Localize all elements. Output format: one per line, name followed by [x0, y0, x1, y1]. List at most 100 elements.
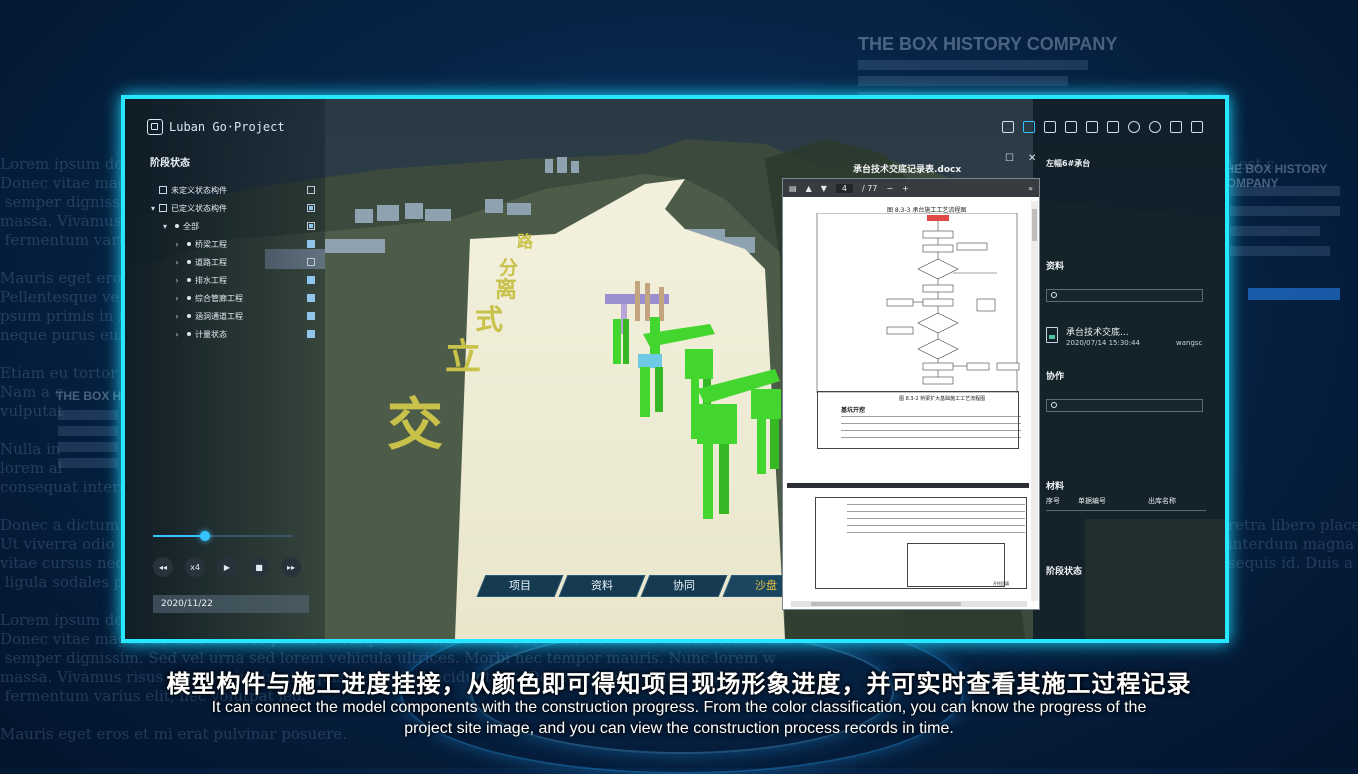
app-logo: Luban Go·Project [147, 119, 285, 135]
background-bar [58, 458, 118, 468]
tree-item-checkbox[interactable] [307, 294, 315, 302]
file-date: 2020/07/14 15:30:44 [1066, 339, 1141, 347]
tree-item-checkbox[interactable] [307, 258, 315, 266]
stop-button[interactable]: ■ [249, 557, 269, 577]
close-icon[interactable]: ✕ [1028, 153, 1036, 164]
chevron-icon[interactable]: › [171, 276, 183, 285]
sidebar-toggle-icon[interactable]: ▤ [789, 184, 797, 193]
subtitle-english-line2: project site image, and you can view the… [404, 720, 954, 737]
document-table [817, 391, 1019, 449]
menu-icon[interactable] [1191, 121, 1203, 133]
date-display[interactable]: 2020/11/22 [153, 595, 309, 613]
home-icon[interactable] [1086, 121, 1098, 133]
tree-item[interactable]: › 计量状态 [147, 325, 315, 343]
bullet-icon [187, 278, 191, 282]
component-tree: 未定义状态构件 ▾ 已定义状态构件 ▾ 全部 › 桥梁工程 › 道路工程 › 排水工程 › 综合管廊工程… [147, 181, 315, 343]
document-window-actions: ☐ ✕ [1005, 153, 1036, 164]
tree-item[interactable]: › 桥梁工程 [147, 235, 315, 253]
zoom-out-button[interactable]: − [886, 184, 893, 193]
collaboration-label: 协作 [1046, 372, 1065, 382]
chevron-icon[interactable]: ▾ [159, 222, 171, 231]
page-number-input[interactable]: 4 [835, 183, 853, 193]
scene-label-4: 式 [475, 303, 503, 336]
background-lorem-right: t est c retra libero placerat interdum m… [1228, 155, 1358, 572]
chevron-icon[interactable]: › [171, 330, 183, 339]
tree-item-checkbox[interactable] [307, 276, 315, 284]
chevron-icon[interactable]: › [171, 294, 183, 303]
more-tools-button[interactable]: » [1028, 184, 1033, 193]
maximize-icon[interactable]: ☐ [1005, 153, 1014, 164]
timeline-progress [153, 535, 205, 537]
scrollbar-thumb[interactable] [811, 602, 961, 606]
tree-item-checkbox[interactable] [307, 186, 315, 194]
materials-table-header: 序号 单据编号 出库名称 [1046, 496, 1206, 506]
list-icon[interactable] [1170, 121, 1182, 133]
video-icon[interactable] [1065, 121, 1077, 133]
background-bar [1230, 246, 1330, 256]
tree-item[interactable]: ▾ 全部 [147, 217, 315, 235]
tree-item-checkbox[interactable] [307, 312, 315, 320]
timeline-knob[interactable] [199, 531, 210, 541]
tree-item[interactable]: › 道路工程 [147, 253, 315, 271]
document-icon[interactable] [1023, 121, 1035, 133]
horizontal-scrollbar[interactable] [791, 601, 1027, 607]
background-bar [858, 60, 1088, 70]
element-title: 左幅6#承台 [1046, 159, 1091, 168]
timeline-slider[interactable] [153, 531, 293, 541]
tree-item[interactable]: › 综合管廊工程 [147, 289, 315, 307]
layers-icon[interactable] [1044, 121, 1056, 133]
next-page-icon[interactable]: ▼ [821, 184, 827, 193]
tab-project[interactable]: 项目 [476, 575, 564, 597]
tree-item-label: 全部 [183, 221, 199, 231]
background-company-top: THE BOX HISTORY COMPANY [858, 34, 1118, 54]
rewind-button[interactable]: ◂◂ [153, 557, 173, 577]
tree-item-checkbox[interactable] [307, 222, 315, 230]
prev-page-icon[interactable]: ▲ [806, 184, 812, 193]
page-total: / 77 [861, 183, 878, 193]
screenshot-icon[interactable] [1002, 121, 1014, 133]
chevron-icon[interactable]: › [171, 240, 183, 249]
eye-icon[interactable] [1128, 121, 1140, 133]
divider [1046, 510, 1206, 511]
chevron-icon[interactable]: › [171, 258, 183, 267]
tree-item[interactable]: › 排水工程 [147, 271, 315, 289]
image-icon[interactable] [1107, 121, 1119, 133]
background-bar [858, 76, 1068, 86]
vertical-scrollbar[interactable] [1031, 201, 1038, 601]
background-accent-bar [1248, 288, 1340, 300]
zoom-in-button[interactable]: + [902, 184, 909, 193]
search-icon [1051, 402, 1057, 408]
speed-button[interactable]: x4 [185, 557, 205, 577]
stage-status-label: 阶段状态 [1046, 567, 1083, 577]
scene-label-1: 路 [517, 232, 534, 251]
tree-item-checkbox[interactable] [307, 240, 315, 248]
tree-item[interactable]: › 涵洞通道工程 [147, 307, 315, 325]
chevron-icon[interactable]: › [171, 312, 183, 321]
scrollbar-thumb[interactable] [1032, 209, 1037, 241]
chevron-icon[interactable]: ▾ [147, 204, 159, 213]
logo-text: Luban Go·Project [169, 120, 285, 134]
document-viewer[interactable]: ▤ ▲ ▼ 4 / 77 − + » 图 8.3-3 承台施工工艺流程图 图 8… [782, 178, 1040, 610]
tree-item-checkbox[interactable] [307, 204, 315, 212]
bottom-tabs: 项目 资料 协同 沙盘 [476, 575, 810, 597]
tree-item[interactable]: 未定义状态构件 [147, 181, 315, 199]
tree-item[interactable]: ▾ 已定义状态构件 [147, 199, 315, 217]
search-icon [1051, 292, 1057, 298]
tab-documents[interactable]: 资料 [558, 575, 646, 597]
documents-search-input[interactable] [1046, 289, 1203, 302]
documents-label: 资料 [1046, 262, 1065, 272]
scene-label-2: 分 [499, 257, 518, 279]
play-button[interactable]: ▶ [217, 557, 237, 577]
settings-icon[interactable] [1149, 121, 1161, 133]
collaboration-search-input[interactable] [1046, 399, 1203, 412]
background-bar [1230, 186, 1340, 196]
tree-item-checkbox[interactable] [307, 330, 315, 338]
file-list-item[interactable]: 承台技术交底... 2020/07/14 15:30:44 wangsc [1046, 325, 1216, 355]
fast-forward-button[interactable]: ▸▸ [281, 557, 301, 577]
file-name: 承台技术交底... [1066, 328, 1129, 338]
bullet-icon [187, 314, 191, 318]
logo-icon [147, 119, 163, 135]
flowchart [816, 213, 1020, 393]
tab-collaboration[interactable]: 协同 [640, 575, 728, 597]
document-sketch [907, 543, 1005, 587]
